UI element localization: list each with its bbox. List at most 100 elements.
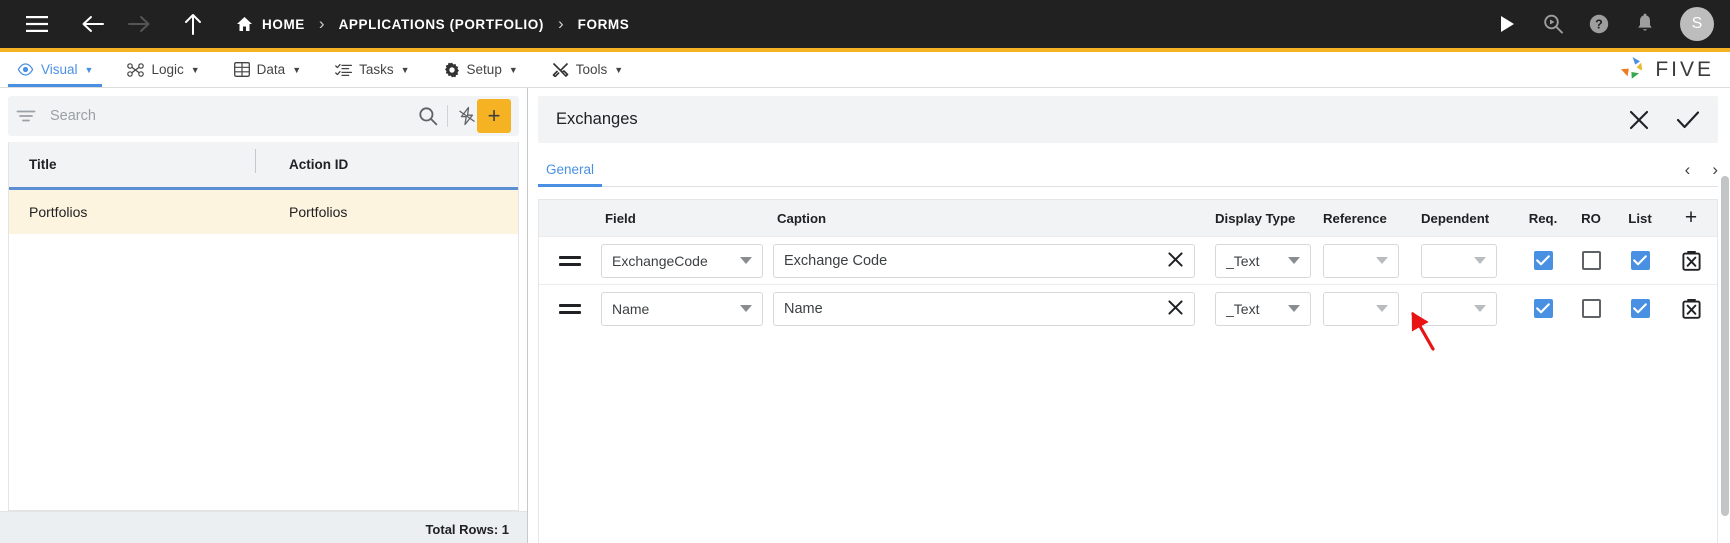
table-row: ExchangeCode Exchange Code _Text: [539, 236, 1717, 284]
hamburger-icon[interactable]: [16, 0, 58, 48]
chevron-down-icon: ▼: [508, 64, 518, 75]
delete-icon[interactable]: [1665, 298, 1717, 319]
table-row[interactable]: Portfolios Portfolios: [9, 190, 518, 234]
home-icon: [236, 16, 253, 32]
breadcrumb-applications-label: APPLICATIONS (PORTFOLIO): [338, 16, 544, 32]
next-page-icon[interactable]: ›: [1712, 160, 1718, 180]
tab-visual-label: Visual: [41, 62, 78, 77]
chevron-down-icon: ▼: [190, 64, 200, 75]
lightning-icon[interactable]: [457, 106, 477, 126]
run-icon[interactable]: [1486, 0, 1528, 48]
column-header-list: List: [1628, 210, 1652, 226]
tab-tools[interactable]: Tools ▼: [535, 52, 640, 87]
tab-tools-label: Tools: [575, 62, 608, 77]
caption-value-row-1: Exchange Code: [784, 252, 888, 269]
breadcrumb-separator: ›: [318, 14, 325, 33]
column-header-action-id[interactable]: Action ID: [255, 149, 518, 173]
column-header-display-type: Display Type: [1215, 210, 1296, 226]
search-bar: +: [8, 96, 519, 136]
drag-handle-icon[interactable]: [539, 300, 601, 318]
caption-field-row-1[interactable]: Exchange Code: [773, 243, 1215, 278]
field-select-value-row-2: Name: [612, 300, 650, 317]
reference-select-row-2[interactable]: [1323, 291, 1421, 326]
add-form-button[interactable]: +: [477, 99, 511, 133]
chevron-down-icon: [740, 305, 752, 312]
tab-logic[interactable]: Logic ▼: [110, 52, 216, 87]
search-icon[interactable]: [418, 106, 438, 126]
tab-tasks-label: Tasks: [359, 62, 394, 77]
five-logo-text: FIVE: [1655, 57, 1714, 81]
tab-data-label: Data: [256, 62, 286, 77]
tab-setup-label: Setup: [466, 62, 502, 77]
total-rows-footer: Total Rows: 1: [0, 511, 527, 543]
cell-action-id: Portfolios: [289, 204, 348, 220]
prev-page-icon[interactable]: ‹: [1685, 160, 1691, 180]
breadcrumb-home[interactable]: HOME: [236, 16, 305, 32]
req-checkbox-row-1[interactable]: [1519, 251, 1567, 270]
ro-checkbox-row-2[interactable]: [1567, 299, 1615, 318]
breadcrumb-applications[interactable]: APPLICATIONS (PORTFOLIO): [339, 17, 544, 32]
module-menu-bar: Visual ▼ Logic ▼ Data ▼ Tasks ▼ Setup ▼: [0, 52, 1730, 88]
five-logo-mark: [1618, 56, 1648, 84]
help-icon[interactable]: ?: [1578, 0, 1620, 48]
check-icon[interactable]: [1676, 109, 1700, 131]
tab-data[interactable]: Data ▼: [217, 52, 318, 87]
notifications-icon[interactable]: [1624, 0, 1666, 48]
grid-empty-area: [539, 332, 1717, 543]
reference-select-row-1[interactable]: [1323, 243, 1421, 278]
forms-table: Title Action ID Portfolios Portfolios: [8, 142, 519, 511]
top-navigation-bar: HOME › APPLICATIONS (PORTFOLIO) › FORMS …: [0, 0, 1730, 48]
display-type-select-row-1[interactable]: _Text: [1215, 243, 1323, 278]
cell-title: Portfolios: [29, 204, 88, 220]
scrollbar-thumb[interactable]: [1721, 176, 1729, 516]
chevron-down-icon: [1288, 305, 1300, 312]
chevron-down-icon: [1376, 305, 1388, 312]
tab-tasks[interactable]: Tasks ▼: [318, 52, 426, 87]
column-header-req: Req.: [1528, 210, 1558, 226]
dependent-select-row-1[interactable]: [1421, 243, 1519, 278]
field-select-row-2[interactable]: Name: [601, 291, 773, 326]
search-divider: [447, 105, 448, 127]
fields-grid-header: Field Caption Display Type Reference Dep…: [539, 200, 1717, 236]
tab-setup[interactable]: Setup ▼: [427, 52, 535, 87]
search-input[interactable]: [36, 108, 418, 124]
add-field-button[interactable]: +: [1665, 206, 1717, 230]
chevron-down-icon: [1474, 257, 1486, 264]
list-checkbox-row-1[interactable]: [1615, 251, 1665, 270]
tab-visual[interactable]: Visual ▼: [0, 52, 110, 87]
avatar-initial: S: [1691, 15, 1703, 32]
dependent-select-row-2[interactable]: [1421, 291, 1519, 326]
column-header-title[interactable]: Title: [9, 157, 269, 172]
breadcrumb-forms[interactable]: FORMS: [578, 17, 630, 32]
column-header-caption: Caption: [777, 210, 827, 226]
avatar[interactable]: S: [1680, 7, 1714, 41]
vertical-scrollbar[interactable]: [1720, 176, 1730, 543]
field-select-row-1[interactable]: ExchangeCode: [601, 243, 773, 278]
list-checkbox-row-2[interactable]: [1615, 299, 1665, 318]
close-icon[interactable]: [1628, 109, 1650, 131]
clear-icon[interactable]: [1167, 251, 1184, 271]
clear-icon[interactable]: [1167, 299, 1184, 319]
filter-icon[interactable]: [16, 109, 36, 123]
column-header-reference: Reference: [1323, 210, 1387, 226]
top-actions: ? S: [1486, 0, 1714, 48]
display-type-select-row-2[interactable]: _Text: [1215, 291, 1323, 326]
chevron-down-icon: ▼: [84, 64, 94, 75]
flow-icon: [127, 62, 145, 77]
delete-icon[interactable]: [1665, 250, 1717, 271]
arrow-up-icon[interactable]: [172, 0, 214, 48]
req-checkbox-row-2[interactable]: [1519, 299, 1567, 318]
tab-general[interactable]: General: [538, 162, 603, 187]
chevron-down-icon: [1288, 257, 1300, 264]
display-type-value-row-2: _Text: [1226, 300, 1260, 317]
ro-checkbox-row-1[interactable]: [1567, 251, 1615, 270]
caption-value-row-2: Name: [784, 300, 823, 317]
drag-handle-icon[interactable]: [539, 252, 601, 270]
panel-tab-row: General ‹ ›: [538, 143, 1718, 187]
field-select-value-row-1: ExchangeCode: [612, 252, 708, 269]
arrow-left-icon[interactable]: [72, 0, 114, 48]
arrow-right-icon: [118, 0, 160, 48]
main-body: + Title Action ID Portfolios Portfolios …: [0, 88, 1730, 543]
search-icon[interactable]: [1532, 0, 1574, 48]
caption-field-row-2[interactable]: Name: [773, 291, 1215, 326]
